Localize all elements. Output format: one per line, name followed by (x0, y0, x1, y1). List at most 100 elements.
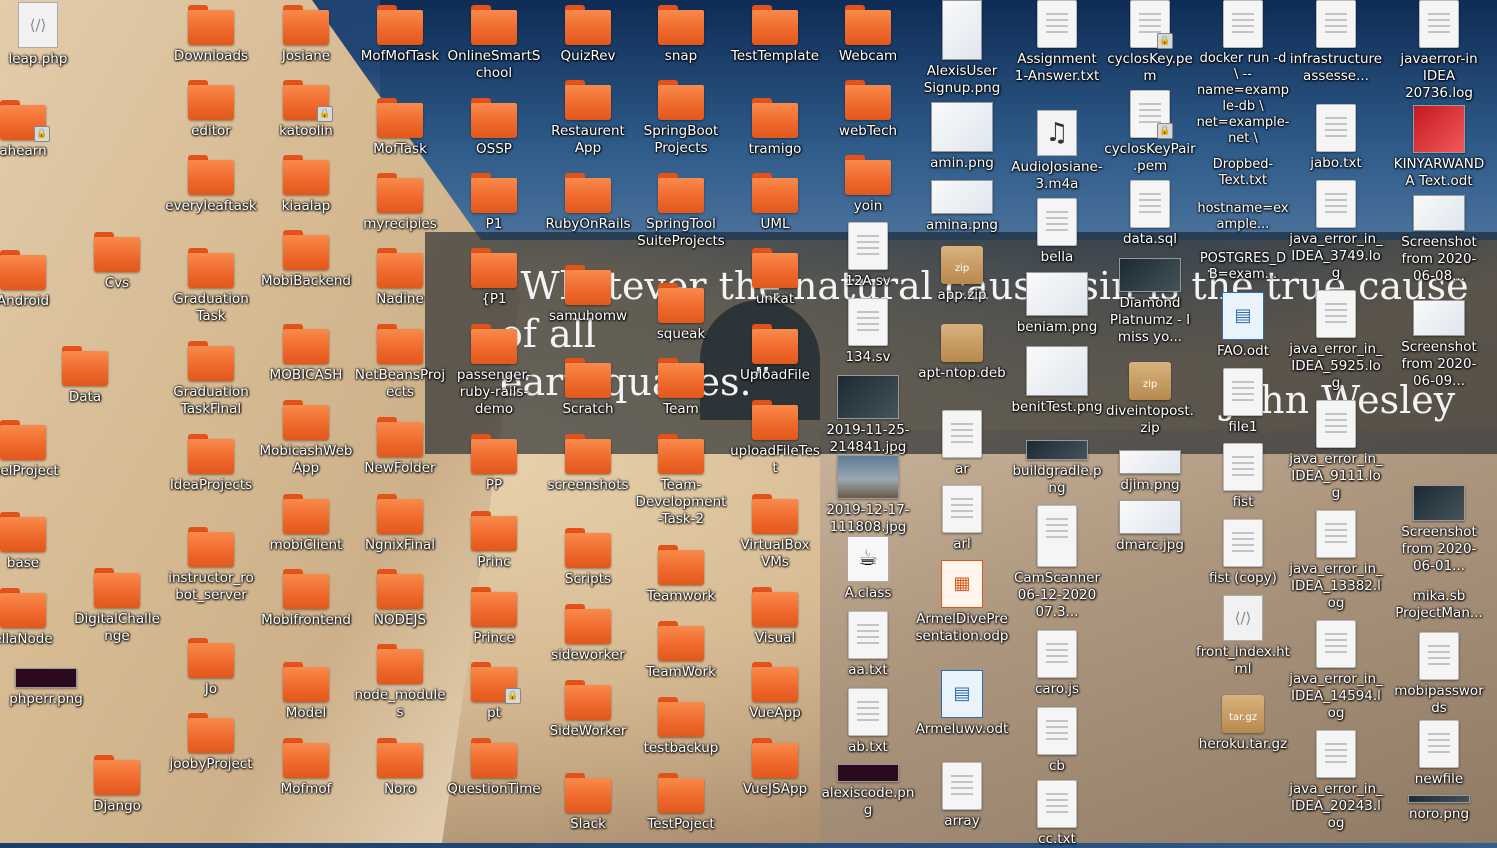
desktop-folder-ossp[interactable]: OSSP (447, 98, 541, 158)
desktop-folder-teamwork-2[interactable]: TeamWork (634, 621, 728, 681)
desktop-folder-graduation-task[interactable]: Graduation Task (164, 248, 258, 325)
desktop-folder-unkat[interactable]: unkat (728, 248, 822, 308)
desktop-folder-data[interactable]: Data (38, 346, 132, 406)
desktop-file-array[interactable]: array (915, 762, 1009, 830)
desktop-folder-noro[interactable]: Noro (353, 738, 447, 798)
desktop-folder-ahearn[interactable]: 🔒 ahearn (0, 100, 70, 160)
desktop-folder-netbeansprojects[interactable]: NetBeansProjects (353, 324, 447, 401)
desktop-file-amin-png[interactable]: amin.png (915, 102, 1009, 172)
desktop-file-audiojosiane-m4a[interactable]: ♫ AudioJosiane-3.m4a (1010, 110, 1104, 193)
desktop-file-phperr-png[interactable]: phperr.png (0, 668, 93, 708)
desktop-file-javaerror-20736[interactable]: javaerror-in IDEA 20736.log (1392, 0, 1486, 102)
desktop-folder-webtech[interactable]: webTech (821, 80, 915, 140)
desktop-file-12a-sv[interactable]: 12A.sv (821, 222, 915, 290)
desktop-folder-base[interactable]: base (0, 512, 70, 572)
desktop-file-arl[interactable]: arl (915, 485, 1009, 553)
desktop-folder-springtool-suiteprojects[interactable]: SpringTool SuiteProjects (634, 173, 728, 250)
desktop-folder-team-development-task-2[interactable]: Team-Development-Task-2 (634, 434, 728, 528)
desktop-file-front-index-html[interactable]: ⟨/⟩ front_index.html (1196, 595, 1290, 678)
desktop-folder-django[interactable]: Django (70, 755, 164, 815)
desktop-folder-uploadfile[interactable]: UploadFile (728, 324, 822, 384)
desktop-file-armeluwv-odt[interactable]: ▤ Armeluwv.odt (915, 670, 1009, 738)
desktop-folder-scratch[interactable]: Scratch (541, 358, 635, 418)
desktop-file-hostname[interactable]: hostname=example... (1196, 198, 1290, 233)
desktop-file-cc-txt[interactable]: cc.txt (1010, 780, 1104, 848)
desktop-folder-ideaprojects[interactable]: IdeaProjects (164, 434, 258, 494)
desktop-file-java-error-13382[interactable]: java_error_in_IDEA_13382.log (1289, 510, 1383, 612)
desktop-folder-teamwork[interactable]: Teamwork (634, 545, 728, 605)
desktop-file-fist-copy[interactable]: fist (copy) (1196, 519, 1290, 587)
desktop-folder-jo[interactable]: Jo (164, 638, 258, 698)
desktop-file-screenshot-2020-06-09[interactable]: Screenshot from 2020-06-09... (1392, 300, 1486, 390)
desktop-folder-josiane[interactable]: Josiane (259, 5, 353, 65)
desktop-folder-visual[interactable]: Visual (728, 587, 822, 647)
desktop-file-infrastructure[interactable]: infrastructure assesse... (1289, 0, 1383, 85)
desktop-folder-vuejsapp[interactable]: VueJSApp (728, 738, 822, 798)
desktop-file-bella[interactable]: bella (1010, 198, 1104, 266)
desktop-file-assignment-txt[interactable]: Assignment 1-Answer.txt (1010, 0, 1104, 85)
desktop-folder-cvs[interactable]: Cvs (70, 232, 164, 292)
desktop-folder-joobyproject[interactable]: joobyProject (164, 713, 258, 773)
desktop-file-armeldivepresentation-odp[interactable]: ▦ ArmelDivePresentation.odp (915, 560, 1009, 645)
desktop-file-camscanner[interactable]: CamScanner 06-12-2020 07.3... (1010, 505, 1104, 621)
desktop-folder-springboot-projects[interactable]: SpringBoot Projects (634, 80, 728, 157)
desktop-folder-graduation-taskfinal[interactable]: Graduation TaskFinal (164, 341, 258, 418)
desktop-file-cb[interactable]: cb (1010, 707, 1104, 775)
desktop-folder-mofmoftask[interactable]: MofMofTask (353, 5, 447, 65)
desktop-file-leap-php[interactable]: ⟨/⟩ leap.php (0, 2, 85, 68)
desktop-folder-webcam[interactable]: Webcam (821, 5, 915, 65)
desktop-folder-squeak[interactable]: squeak (634, 283, 728, 343)
desktop-folder-mobicashwebapp[interactable]: MobicashWebApp (259, 400, 353, 477)
desktop-file-data-sql[interactable]: data.sql (1103, 180, 1197, 248)
desktop-file-ar[interactable]: ar (915, 410, 1009, 478)
desktop-folder-digitalchallenge[interactable]: DigitalChallenge (70, 568, 164, 645)
desktop-folder-rubyonrails[interactable]: RubyOnRails (541, 173, 635, 233)
desktop-folder-mobiclient[interactable]: mobiClient (259, 494, 353, 554)
desktop-folder-prince[interactable]: Prince (447, 587, 541, 647)
desktop-folder-virtualbox-vms[interactable]: VirtualBox VMs (728, 494, 822, 571)
desktop-file-dmarc-jpg[interactable]: dmarc.jpg (1103, 500, 1197, 554)
desktop-file-benittest-png[interactable]: benitTest.png (1010, 346, 1104, 416)
desktop-folder-nodejs[interactable]: NODEJS (353, 569, 447, 629)
desktop-folder-samuhomw[interactable]: samuhomw (541, 265, 635, 325)
desktop-file-alexiscode-png[interactable]: alexiscode.png (821, 764, 915, 819)
desktop-file-file1[interactable]: file1 (1196, 368, 1290, 436)
desktop-file-app-zip[interactable]: zip app.zip (915, 246, 1009, 304)
desktop-file-aa-txt[interactable]: aa.txt (821, 611, 915, 679)
desktop-file-a-class[interactable]: ☕ A.class (821, 536, 915, 602)
desktop-folder-moftask[interactable]: MofTask (353, 98, 447, 158)
desktop-file-caro-js[interactable]: caro.js (1010, 630, 1104, 698)
desktop-file-postgres-db[interactable]: POSTGRES_DB=exam... (1196, 248, 1290, 283)
desktop-file-cycloskeypair-pem[interactable]: 🔒 cyclosKeyPair.pem (1103, 90, 1197, 175)
desktop-folder-screenshots[interactable]: screenshots (541, 434, 635, 494)
desktop-folder-testtemplate[interactable]: TestTemplate (728, 5, 822, 65)
desktop-file-apt-ntop-deb[interactable]: apt-ntop.deb (915, 324, 1009, 382)
desktop-folder-questiontime[interactable]: QuestionTime (447, 738, 541, 798)
desktop-folder-p1[interactable]: P1 (447, 173, 541, 233)
desktop-file-noro-png[interactable]: noro.png (1392, 795, 1486, 823)
desktop-folder-uploadfiletest[interactable]: uploadFileTest (728, 400, 822, 477)
desktop-folder-sideworker[interactable]: sideworker (541, 604, 635, 664)
desktop-file-kinyarwanda-odt[interactable]: KINYARWANDA Text.odt (1392, 105, 1486, 190)
desktop-file-java-error-5925[interactable]: java_error_in_IDEA_5925.log (1289, 290, 1383, 392)
desktop-folder-node-modules[interactable]: node_modules (353, 644, 447, 721)
desktop-folder-team[interactable]: Team (634, 358, 728, 418)
desktop-file-fist[interactable]: fist (1196, 443, 1290, 511)
desktop-folder-instructor-robot-server[interactable]: instructor_robot_server (164, 527, 258, 604)
desktop-folder-quizrev[interactable]: QuizRev (541, 5, 635, 65)
desktop-file-2019-11-25-jpg[interactable]: 2019-11-25-214841.jpg (821, 375, 915, 456)
desktop-file-newfile[interactable]: newfile (1392, 720, 1486, 788)
desktop-file-jabo-txt[interactable]: jabo.txt (1289, 104, 1383, 172)
desktop-folder-kiaalap[interactable]: kiaalap (259, 155, 353, 215)
desktop-folder-nadine[interactable]: Nadine (353, 248, 447, 308)
desktop-folder-passenger-ruby-rails-demo[interactable]: passenger-ruby-rails-demo (447, 324, 541, 418)
desktop-file-mika-sb[interactable]: mika.sb ProjectMan... (1392, 585, 1486, 622)
desktop-folder-android[interactable]: Android (0, 250, 70, 310)
desktop-folder-uml[interactable]: UML (728, 173, 822, 233)
desktop-folder-sideworker-2[interactable]: SideWorker (541, 680, 635, 740)
desktop-file-amina-png[interactable]: amina.png (915, 180, 1009, 234)
desktop-folder-vueapp[interactable]: VueApp (728, 662, 822, 722)
desktop-file-djim-png[interactable]: djim.png (1103, 450, 1197, 494)
desktop-file-beniam-png[interactable]: beniam.png (1010, 272, 1104, 336)
desktop-folder-mobibackend[interactable]: MobiBackend (259, 230, 353, 290)
